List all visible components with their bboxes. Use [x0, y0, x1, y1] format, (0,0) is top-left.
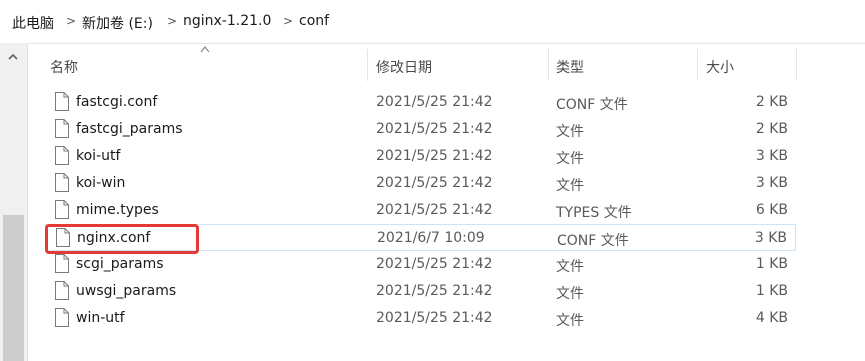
file-date: 2021/5/25 21:42 [376, 94, 493, 110]
file-row[interactable]: koi-utf 2021/5/25 21:42 文件 3 KB [45, 143, 796, 170]
file-name: fastcgi_params [76, 121, 183, 137]
file-name: koi-win [76, 175, 126, 191]
file-row[interactable]: fastcgi.conf 2021/5/25 21:42 CONF 文件 2 K… [45, 89, 796, 116]
file-size: 4 KB [755, 310, 788, 326]
file-name: mime.types [76, 202, 159, 218]
column-header-date[interactable]: 修改日期 [368, 48, 548, 82]
file-type: TYPES 文件 [556, 205, 632, 221]
file-size: 3 KB [754, 230, 787, 246]
file-date: 2021/5/25 21:42 [376, 283, 493, 299]
file-date: 2021/5/25 21:42 [376, 175, 493, 191]
file-date: 2021/6/7 10:09 [377, 230, 485, 246]
breadcrumb-this-pc[interactable]: 此电脑 [12, 13, 54, 33]
address-breadcrumb: 此电脑 > 新加卷 (E:) > nginx-1.21.0 > conf [0, 0, 865, 44]
file-date: 2021/5/25 21:42 [376, 256, 493, 272]
breadcrumb-conf-folder[interactable]: conf [299, 13, 329, 29]
file-icon [55, 308, 69, 327]
file-date: 2021/5/25 21:42 [376, 310, 493, 326]
file-size: 6 KB [755, 202, 788, 218]
file-type: 文件 [556, 124, 584, 140]
scrollbar-thumb[interactable] [3, 215, 24, 361]
file-row[interactable]: fastcgi_params 2021/5/25 21:42 文件 2 KB [45, 116, 796, 143]
file-size: 1 KB [755, 256, 788, 272]
chevron-right-icon[interactable]: > [66, 14, 76, 28]
file-date: 2021/5/25 21:42 [376, 121, 493, 137]
column-header-size-label: 大小 [706, 60, 734, 76]
column-header-size[interactable]: 大小 [698, 48, 796, 82]
file-type: CONF 文件 [556, 97, 628, 113]
column-header-type-label: 类型 [556, 60, 584, 76]
file-type: 文件 [556, 313, 584, 329]
highlight-annotation [45, 224, 199, 254]
file-type: CONF 文件 [557, 233, 629, 249]
breadcrumb-nginx-folder[interactable]: nginx-1.21.0 [183, 13, 271, 29]
file-icon [55, 146, 69, 165]
file-name: koi-utf [76, 148, 121, 164]
file-size: 3 KB [755, 175, 788, 191]
column-divider[interactable] [796, 49, 797, 81]
file-name: scgi_params [76, 256, 164, 272]
file-icon [55, 200, 69, 219]
column-header-name[interactable]: 名称 [45, 48, 367, 82]
file-type: 文件 [556, 286, 584, 302]
file-row[interactable]: scgi_params 2021/5/25 21:42 文件 1 KB [45, 251, 796, 278]
file-size: 2 KB [755, 94, 788, 110]
file-date: 2021/5/25 21:42 [376, 202, 493, 218]
file-size: 2 KB [755, 121, 788, 137]
file-name: uwsgi_params [76, 283, 177, 299]
column-header-type[interactable]: 类型 [549, 48, 697, 82]
file-icon [55, 92, 69, 111]
file-size: 3 KB [755, 148, 788, 164]
file-type: 文件 [556, 151, 584, 167]
breadcrumb-drive-e[interactable]: 新加卷 (E:) [82, 13, 153, 33]
file-icon [55, 281, 69, 300]
column-header-date-label: 修改日期 [376, 60, 432, 76]
file-row[interactable]: win-utf 2021/5/25 21:42 文件 4 KB [45, 305, 796, 332]
file-row[interactable]: mime.types 2021/5/25 21:42 TYPES 文件 6 KB [45, 197, 796, 224]
file-type: 文件 [556, 259, 584, 275]
file-type: 文件 [556, 178, 584, 194]
file-row[interactable]: koi-win 2021/5/25 21:42 文件 3 KB [45, 170, 796, 197]
file-name: win-utf [76, 310, 125, 326]
file-size: 1 KB [755, 283, 788, 299]
chevron-right-icon[interactable]: > [167, 14, 177, 28]
file-icon [55, 119, 69, 138]
scroll-up-icon[interactable] [7, 51, 19, 63]
file-icon [55, 173, 69, 192]
vertical-scrollbar[interactable] [0, 43, 28, 361]
file-name: fastcgi.conf [76, 94, 158, 110]
file-icon [55, 254, 69, 273]
column-header-name-label: 名称 [50, 60, 78, 76]
file-date: 2021/5/25 21:42 [376, 148, 493, 164]
chevron-right-icon[interactable]: > [283, 14, 293, 28]
file-row[interactable]: uwsgi_params 2021/5/25 21:42 文件 1 KB [45, 278, 796, 305]
